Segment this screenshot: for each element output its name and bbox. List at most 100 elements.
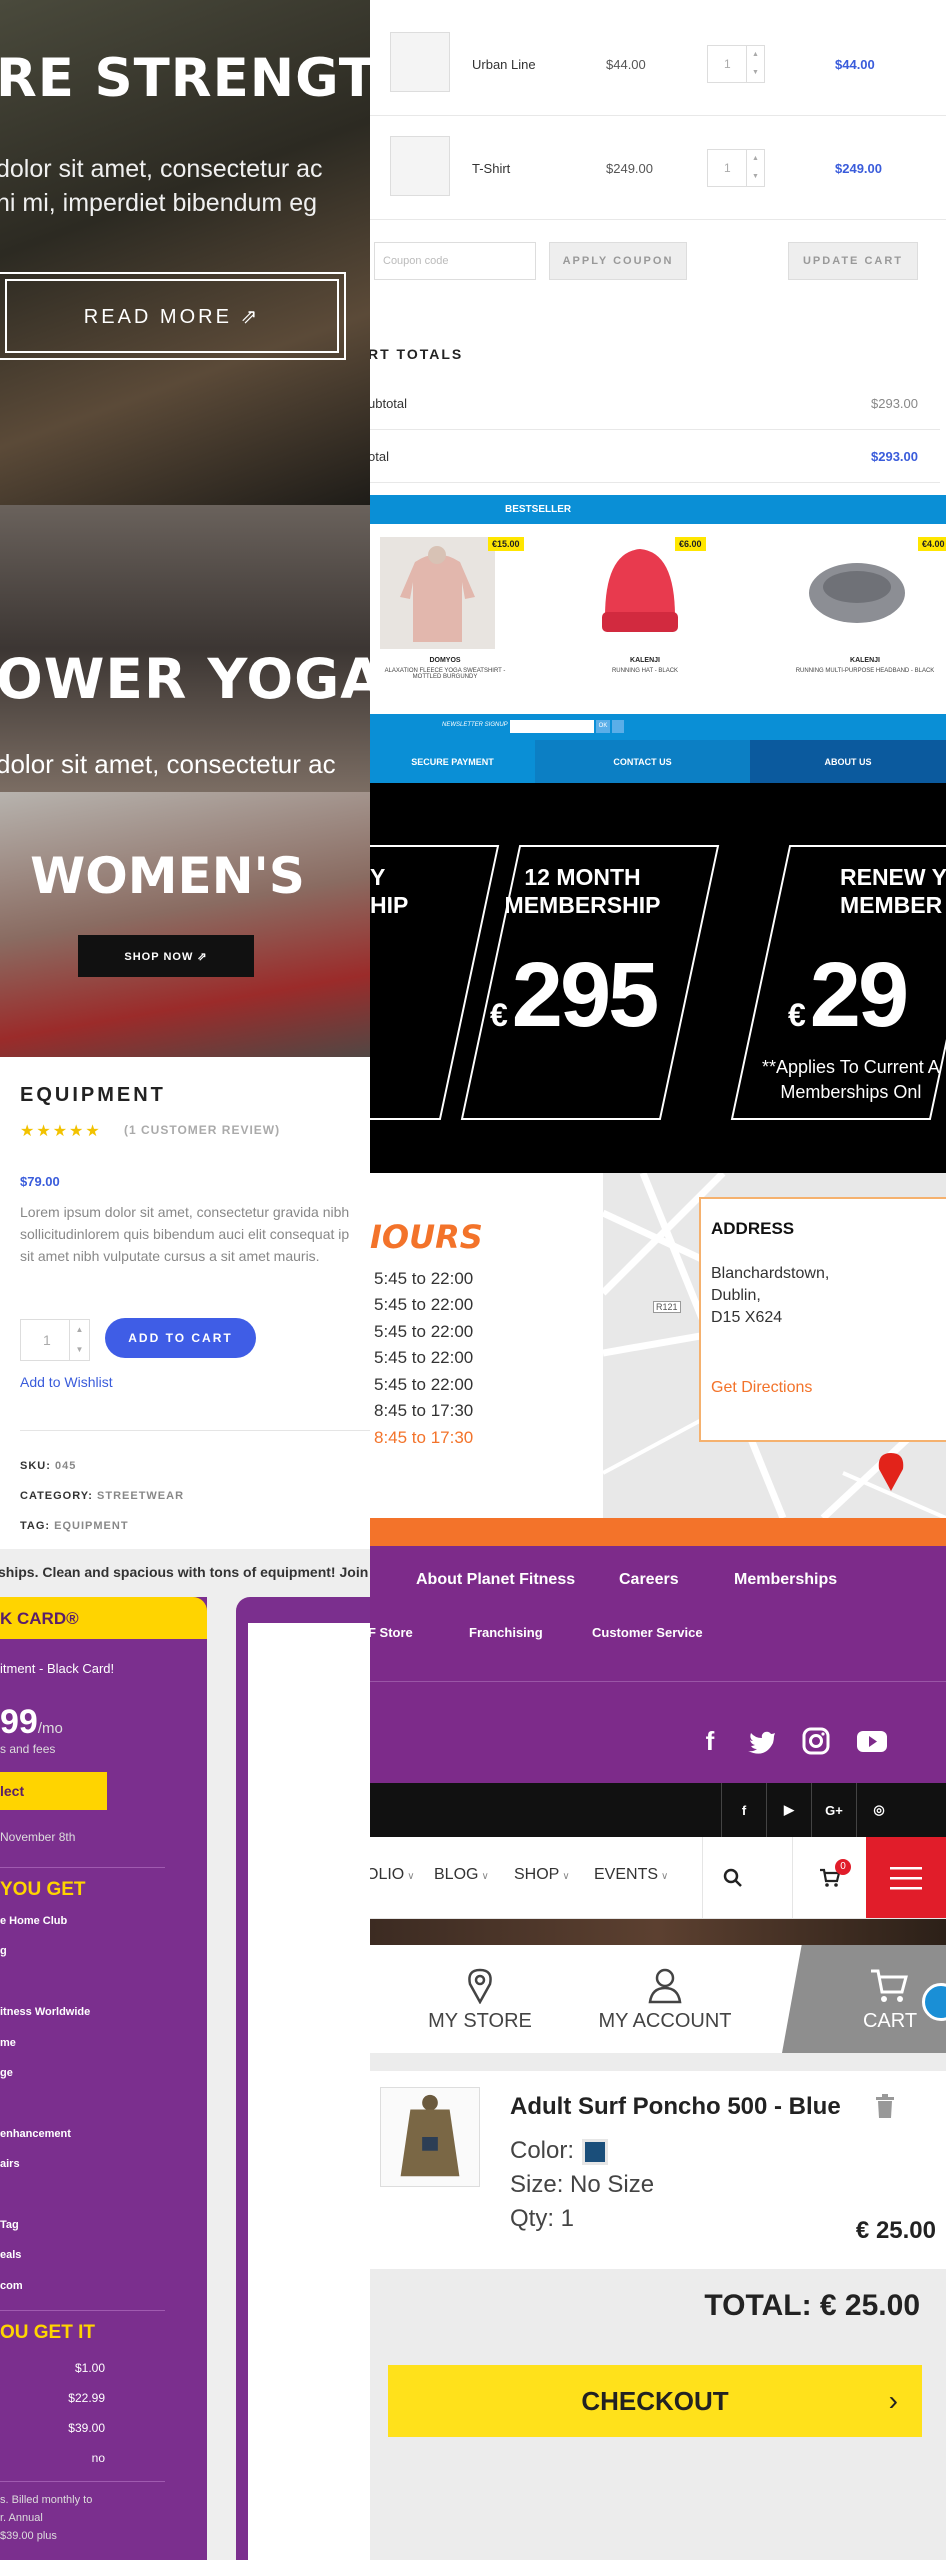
- feature-item: g: [0, 1945, 7, 1957]
- instagram-icon[interactable]: ◎: [856, 1783, 901, 1837]
- add-to-wishlist-link[interactable]: Add to Wishlist: [20, 1374, 113, 1390]
- sku-label: SKU:: [20, 1460, 51, 1472]
- price-badge: €15.00: [488, 537, 524, 551]
- read-more-label: READ MORE ⇗: [5, 279, 339, 353]
- select-plan-button[interactable]: lect: [0, 1772, 107, 1810]
- trash-icon[interactable]: [874, 2093, 896, 2119]
- fee-row: $1.00: [0, 2361, 105, 2375]
- price: 29: [809, 944, 909, 1046]
- coupon-input[interactable]: Coupon code: [374, 242, 536, 280]
- tab-my-store[interactable]: MY STORE: [410, 1945, 550, 2053]
- tab-my-account[interactable]: MY ACCOUNT: [580, 1945, 750, 2053]
- youtube-icon[interactable]: [854, 1723, 890, 1759]
- contact-us-link[interactable]: CONTACT US: [535, 740, 750, 783]
- orange-stripe: [370, 1518, 946, 1546]
- description-line: sollicitudinlorem quis bibendum auci eli…: [20, 1226, 350, 1242]
- road-label: R121: [653, 1301, 681, 1313]
- search-button[interactable]: [702, 1837, 762, 1918]
- memberships-link[interactable]: Memberships: [734, 1571, 837, 1589]
- divider: [0, 1867, 165, 1868]
- review-count-link[interactable]: (1 CUSTOMER REVIEW): [124, 1123, 280, 1137]
- checkout-button[interactable]: CHECKOUT ›: [388, 2365, 922, 2437]
- total-row: otal $293.00: [370, 433, 940, 483]
- table-row: T-Shirt $249.00 1 ▲ ▼ $249.00: [370, 116, 946, 220]
- update-cart-button[interactable]: UPDATE CART: [788, 242, 918, 280]
- read-more-button[interactable]: READ MORE ⇗: [0, 272, 346, 360]
- shop-now-button[interactable]: SHOP NOW ⇗: [78, 935, 254, 977]
- product-thumbnail[interactable]: [390, 136, 450, 196]
- about-planet-fitness-link[interactable]: About Planet Fitness: [416, 1571, 575, 1589]
- customer-service-link[interactable]: Customer Service: [592, 1625, 703, 1640]
- hat-image: [580, 537, 695, 649]
- membership-plans: ships. Clean and spacious with tons of e…: [0, 1549, 370, 2560]
- tag-link[interactable]: EQUIPMENT: [54, 1520, 128, 1532]
- hero-title: OWER YOGA: [0, 647, 370, 711]
- nav-item-portfolio[interactable]: OLIO∨: [370, 1866, 415, 1884]
- mid-plan-price: €295: [490, 943, 659, 1048]
- instagram-icon[interactable]: [798, 1723, 834, 1759]
- hero-title: WOMEN'S: [30, 847, 305, 905]
- add-to-cart-button[interactable]: ADD TO CART: [105, 1318, 256, 1358]
- apply-coupon-button[interactable]: APPLY COUPON: [549, 242, 687, 280]
- location-pin-icon: [468, 1968, 492, 2004]
- cart-item: Adult Surf Poncho 500 - Blue Color: Size…: [370, 2071, 946, 2269]
- sku-row: SKU: 045: [20, 1460, 76, 1472]
- stepper-arrows-icon[interactable]: ▲ ▼: [746, 46, 764, 82]
- menu-toggle[interactable]: [866, 1837, 946, 1918]
- about-us-link[interactable]: ABOUT US: [750, 740, 946, 783]
- plan-date: November 8th: [0, 1830, 76, 1844]
- mid-plan-title: 12 MONTH MEMBERSHIP: [480, 863, 685, 919]
- product-name-link[interactable]: T-Shirt: [472, 161, 510, 176]
- hours-row: 8:45 to 17:30: [374, 1401, 474, 1420]
- stepper-arrows-icon[interactable]: ▲ ▼: [746, 150, 764, 186]
- facebook-icon[interactable]: f: [721, 1783, 766, 1837]
- product-card[interactable]: €4.00 KALENJI RUNNING MULTI-PURPOSE HEAD…: [790, 537, 946, 674]
- quantity-stepper[interactable]: 1 ▲ ▼: [20, 1319, 90, 1361]
- get-directions-link[interactable]: Get Directions: [711, 1379, 812, 1397]
- quantity-value: 1: [43, 1332, 51, 1348]
- quantity-stepper[interactable]: 1 ▲ ▼: [707, 45, 765, 83]
- feature-item: ge: [0, 2067, 13, 2079]
- fee-value: $1.00: [74, 2361, 105, 2375]
- youtube-icon[interactable]: ▶: [766, 1783, 811, 1837]
- facebook-icon[interactable]: f: [692, 1723, 728, 1759]
- cart-button[interactable]: 0: [792, 1837, 866, 1918]
- map-pin-icon[interactable]: [877, 1451, 905, 1491]
- currency: €: [788, 997, 806, 1033]
- plan-body: [248, 1623, 370, 2560]
- newsletter-ok-button[interactable]: OK: [596, 720, 610, 733]
- hero-text: dolor sit amet, consectetur ac ni mi, im…: [0, 152, 323, 220]
- product-card[interactable]: €15.00 DOMYOS ALAXATION FLEECE YOGA SWEA…: [370, 537, 524, 680]
- subtotal-row: ubtotal $293.00: [370, 380, 940, 430]
- nav-item-shop[interactable]: SHOP ∨: [514, 1866, 570, 1884]
- poncho-image[interactable]: [380, 2087, 480, 2187]
- what-you-get-heading: YOU GET: [0, 1879, 86, 1900]
- plan-subtitle: itment - Black Card!: [0, 1661, 115, 1676]
- quantity-stepper[interactable]: 1 ▲ ▼: [707, 149, 765, 187]
- newsletter-arrow-button[interactable]: [612, 720, 624, 733]
- product-thumbnail[interactable]: [390, 32, 450, 92]
- product-card[interactable]: €6.00 KALENJI RUNNING HAT - BLACK: [570, 537, 720, 674]
- address-line: Dublin,: [711, 1287, 761, 1304]
- secure-payment-link[interactable]: SECURE PAYMENT: [370, 740, 535, 783]
- franchising-link[interactable]: Franchising: [469, 1625, 543, 1640]
- nav-item-events[interactable]: EVENTS ∨: [594, 1866, 668, 1884]
- nav-item-blog[interactable]: BLOG ∨: [434, 1866, 489, 1884]
- product-name[interactable]: Adult Surf Poncho 500 - Blue: [510, 2093, 841, 2121]
- category-link[interactable]: STREETWEAR: [97, 1490, 184, 1502]
- bestseller-section: BESTSELLER €15.00 DOMYOS ALAXATION FLEEC…: [370, 495, 946, 715]
- google-plus-icon[interactable]: G+: [811, 1783, 856, 1837]
- pf-store-link[interactable]: F Store: [370, 1625, 413, 1640]
- divider: [20, 1430, 370, 1431]
- careers-link[interactable]: Careers: [619, 1571, 679, 1589]
- twitter-icon[interactable]: [745, 1723, 781, 1759]
- stepper-arrows-icon[interactable]: ▲ ▼: [69, 1320, 89, 1360]
- pf-footer-nav: About Planet Fitness Careers Memberships…: [370, 1518, 946, 1818]
- chevron-down-icon: ∨: [407, 1871, 415, 1882]
- color-swatch: [582, 2138, 609, 2165]
- category-label: CATEGORY:: [20, 1490, 93, 1502]
- product-name-link[interactable]: Urban Line: [472, 57, 536, 72]
- location-map[interactable]: R121 ADDRESS Blanchardstown, Dublin, D15…: [603, 1173, 946, 1518]
- newsletter-email-input[interactable]: [510, 720, 594, 733]
- subtotal-value: $293.00: [871, 396, 918, 411]
